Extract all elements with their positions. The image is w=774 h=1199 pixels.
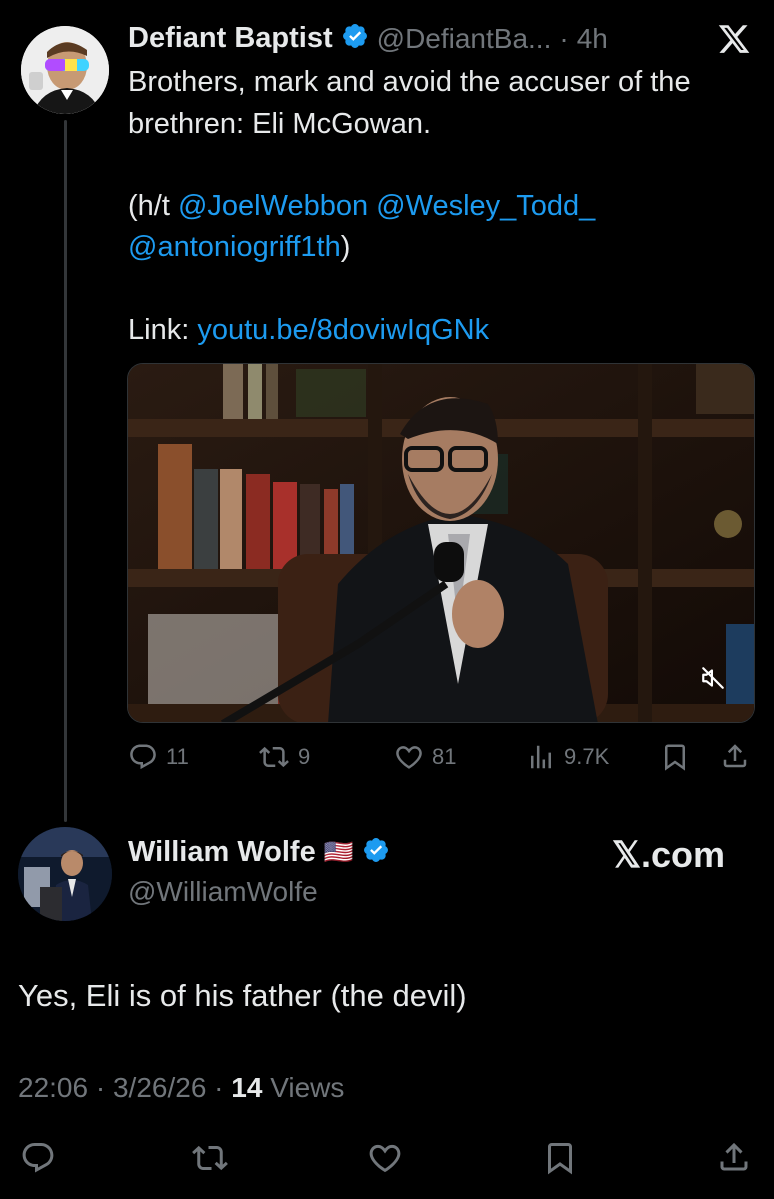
- reply-text: Yes, Eli is of his father (the devil): [18, 978, 467, 1013]
- reply-count: 11: [166, 744, 189, 769]
- mute-icon[interactable]: [700, 665, 726, 696]
- hat-tip-open: (h/t: [128, 190, 178, 222]
- reply-action[interactable]: 11: [128, 742, 189, 772]
- author-handle[interactable]: @DefiantBa...: [377, 23, 552, 55]
- post-time[interactable]: 4h: [577, 23, 608, 55]
- avatar-william-wolfe[interactable]: [18, 827, 112, 921]
- repost-action[interactable]: 9: [258, 742, 310, 772]
- youtube-link[interactable]: youtu.be/8doviwIqGNk: [197, 314, 489, 346]
- reply-meta: 22:06 · 3/26/26 · 14 Views: [18, 1072, 344, 1104]
- repost-icon: [258, 742, 290, 772]
- link-label: Link:: [128, 314, 198, 346]
- share-icon[interactable]: [716, 1138, 752, 1181]
- mention-joelwebbon[interactable]: @JoelWebbon: [178, 190, 368, 222]
- reply-views-count: 14: [231, 1072, 263, 1103]
- meta-dot: ·: [95, 1072, 106, 1103]
- reply-icon[interactable]: [20, 1140, 56, 1181]
- views-icon: [526, 742, 556, 772]
- mention-wesley-todd[interactable]: @Wesley_Todd_: [376, 190, 595, 222]
- us-flag-icon: 🇺🇸: [323, 839, 354, 866]
- reply-header: William Wolfe 🇺🇸: [128, 836, 390, 869]
- reply-views-label: Views: [270, 1072, 345, 1103]
- reply-time[interactable]: 22:06: [18, 1072, 88, 1103]
- verified-badge-icon: [362, 836, 390, 869]
- link-line: Link: youtu.be/8doviwIqGNk: [128, 310, 489, 350]
- repost-count: 9: [298, 744, 311, 769]
- hat-tip-line-2: @antoniogriff1th): [128, 227, 350, 267]
- video-player[interactable]: [127, 363, 755, 723]
- like-action[interactable]: 81: [394, 742, 456, 772]
- verified-badge-icon: [341, 22, 369, 55]
- like-icon: [394, 742, 424, 772]
- meta-dot: ·: [214, 1072, 224, 1103]
- reply-author-handle[interactable]: @WilliamWolfe: [128, 876, 318, 908]
- x-logo-icon[interactable]: [716, 22, 752, 61]
- like-count: 81: [432, 744, 457, 769]
- quoted-header: Defiant Baptist @DefiantBa... · 4h: [128, 22, 608, 55]
- author-name[interactable]: Defiant Baptist: [128, 22, 333, 55]
- hat-tip-line-1: (h/t @JoelWebbon @Wesley_Todd_: [128, 186, 595, 226]
- reply-date[interactable]: 3/26/26: [113, 1072, 206, 1103]
- bookmark-icon[interactable]: [660, 742, 690, 777]
- thread-connector-line: [64, 120, 67, 822]
- tweet-text-line-1: Brothers, mark and avoid the accuser of …: [128, 66, 691, 98]
- x-com-brand: 𝕏.com: [612, 834, 726, 875]
- hat-tip-close: ): [340, 231, 351, 263]
- views-count: 9.7K: [564, 744, 610, 769]
- views-action[interactable]: 9.7K: [526, 742, 609, 772]
- mention-antoniogriff1th[interactable]: @antoniogriff1th: [128, 231, 341, 263]
- like-icon[interactable]: [366, 1140, 404, 1181]
- tweet-text-line-2: brethren: Eli McGowan.: [128, 108, 432, 140]
- avatar-defiant-baptist[interactable]: [21, 26, 109, 114]
- reply-author-name[interactable]: William Wolfe: [128, 836, 316, 869]
- repost-icon[interactable]: [190, 1140, 230, 1181]
- meta-separator: ·: [559, 22, 569, 54]
- reply-icon: [128, 742, 158, 772]
- bookmark-icon[interactable]: [542, 1140, 578, 1181]
- share-icon[interactable]: [720, 740, 750, 777]
